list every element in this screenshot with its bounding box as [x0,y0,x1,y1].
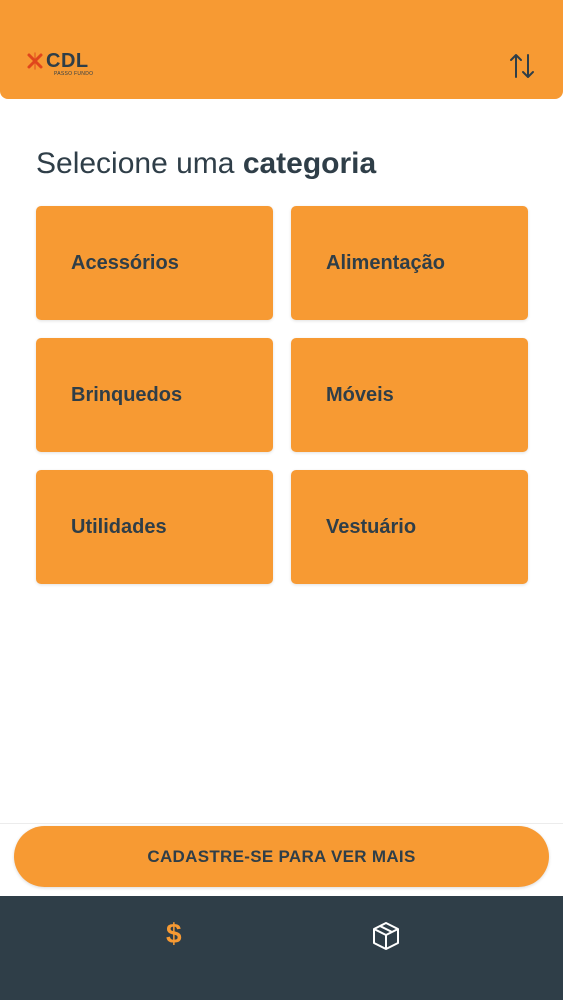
category-label: Móveis [326,384,394,406]
category-card-moveis[interactable]: Móveis [291,338,528,452]
sort-arrows-icon[interactable] [509,52,535,80]
category-card-brinquedos[interactable]: Brinquedos [36,338,273,452]
page-title-emphasis: categoria [242,147,377,180]
category-label: Vestuário [326,516,417,538]
category-label: Alimentação [326,252,445,274]
logo-mark-icon [27,52,43,70]
box-icon [373,922,399,950]
nav-item-products[interactable] [282,896,563,976]
category-label: Acessórios [71,252,179,274]
cdl-logo: CDL PASSO FUNDO [26,50,96,80]
category-card-alimentacao[interactable]: Alimentação [291,206,528,320]
logo-text: CDL [46,50,89,72]
category-card-utilidades[interactable]: Utilidades [36,470,273,584]
nav-item-offers[interactable]: $ [36,896,317,976]
category-label: Utilidades [71,516,167,538]
dollar-icon: $ [166,918,182,949]
page-title: Selecione uma categoria [36,144,376,184]
register-button-label: CADASTRE-SE PARA VER MAIS [147,847,416,866]
category-label: Brinquedos [71,384,183,406]
category-card-vestuario[interactable]: Vestuário [291,470,528,584]
footer-divider [0,823,563,824]
category-card-acessorios[interactable]: Acessórios [36,206,273,320]
register-button[interactable]: CADASTRE-SE PARA VER MAIS [14,826,549,887]
bottom-navigation: $ [0,896,563,1000]
page-title-prefix: Selecione uma [36,147,235,180]
logo-subtext: PASSO FUNDO [54,71,94,77]
app-header: CDL PASSO FUNDO [0,0,563,99]
